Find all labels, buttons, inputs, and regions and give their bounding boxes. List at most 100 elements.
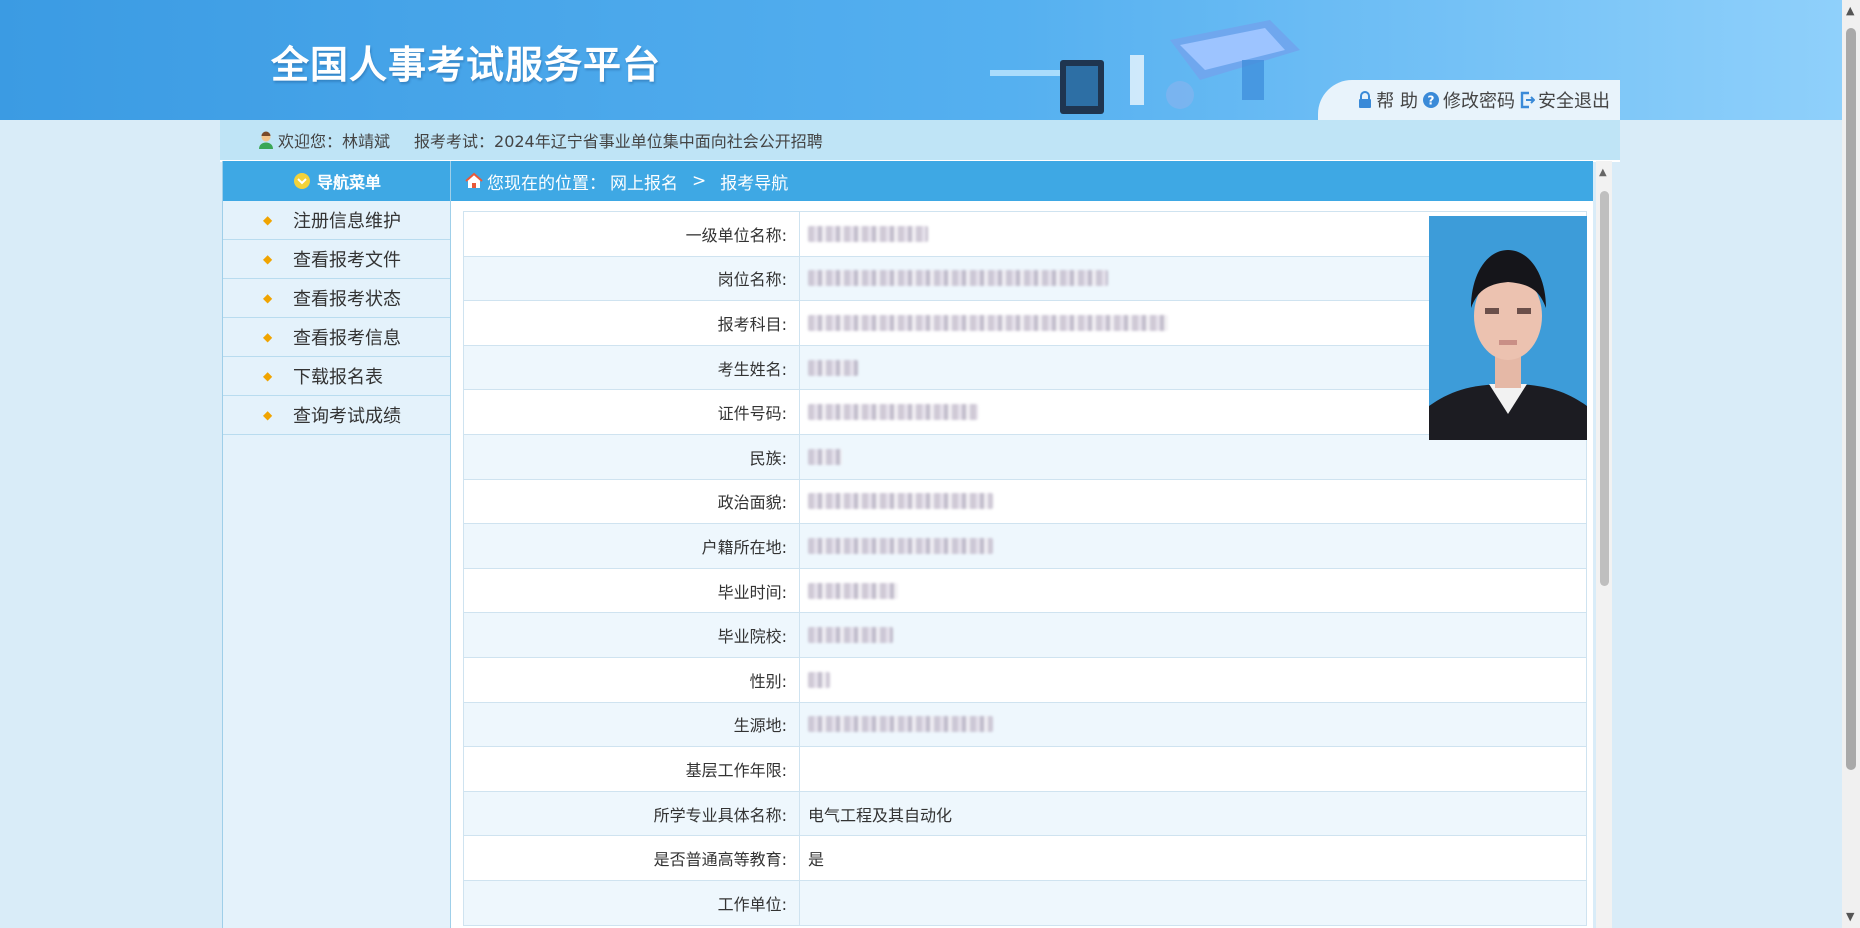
row-label: 民族: bbox=[464, 434, 800, 479]
redacted-value bbox=[808, 404, 978, 421]
logout-label: 安全退出 bbox=[1538, 91, 1610, 112]
table-row: 考生姓名: bbox=[463, 345, 1587, 391]
table-row: 基层工作年限: bbox=[463, 747, 1587, 792]
row-value bbox=[800, 658, 1586, 702]
row-value bbox=[800, 524, 1586, 568]
registration-info-table: 一级单位名称: 岗位名称: 报考科目: 考生姓名: 证件号码: 民族: 政治面貌… bbox=[463, 211, 1587, 928]
table-row: 性别: bbox=[463, 657, 1587, 703]
row-label: 生源地: bbox=[464, 702, 800, 747]
table-row: 毕业时间: bbox=[463, 568, 1587, 614]
row-value bbox=[800, 747, 1586, 791]
scroll-thumb[interactable] bbox=[1600, 191, 1609, 586]
table-row: 是否普通高等教育: 是 bbox=[463, 836, 1587, 881]
sidebar-item-label: 下载报名表 bbox=[293, 367, 383, 388]
breadcrumb-prefix: 您现在的位置： bbox=[487, 173, 606, 194]
sidebar-item-label: 查看报考信息 bbox=[293, 328, 401, 349]
redacted-value bbox=[808, 582, 898, 599]
row-label: 政治面貌: bbox=[464, 479, 800, 524]
sidebar-item-label: 查看报考文件 bbox=[293, 250, 401, 271]
table-row: 岗位名称: bbox=[463, 256, 1587, 302]
redacted-value bbox=[808, 671, 830, 688]
window-scroll-down-icon[interactable]: ▼ bbox=[1846, 910, 1854, 923]
bullet-icon: ◆ bbox=[263, 369, 273, 383]
change-password-label: 修改密码 bbox=[1443, 91, 1515, 112]
help-label: 帮 助 bbox=[1376, 91, 1418, 112]
bullet-icon: ◆ bbox=[263, 330, 273, 344]
user-info: 欢迎您：林靖斌 bbox=[258, 128, 390, 152]
row-value bbox=[800, 480, 1586, 524]
redacted-value bbox=[808, 448, 842, 465]
table-row: 所学专业具体名称: 电气工程及其自动化 bbox=[463, 791, 1587, 837]
row-label: 考生姓名: bbox=[464, 345, 800, 390]
sidebar-item-download-form[interactable]: ◆ 下载报名表 bbox=[223, 357, 451, 396]
change-password-link[interactable]: ? 修改密码 bbox=[1422, 87, 1515, 113]
chevron-down-icon bbox=[293, 173, 310, 189]
table-row: 政治面貌: bbox=[463, 479, 1587, 525]
question-icon: ? bbox=[1423, 92, 1439, 108]
redacted-value bbox=[808, 314, 1168, 331]
pixelated-portrait bbox=[1429, 216, 1587, 440]
row-value: 电气工程及其自动化 bbox=[808, 805, 953, 825]
sidebar-item-label: 查看报考状态 bbox=[293, 289, 401, 310]
user-avatar-icon bbox=[259, 131, 273, 149]
scroll-up-arrow-icon[interactable]: ▲ bbox=[1599, 167, 1607, 178]
row-label: 毕业院校: bbox=[464, 613, 800, 657]
lock-icon bbox=[1359, 91, 1372, 108]
window-scroll-thumb[interactable] bbox=[1846, 28, 1856, 770]
row-value bbox=[800, 613, 1586, 657]
table-row: 生源地: bbox=[463, 702, 1587, 748]
content-scrollbar[interactable]: ▲ bbox=[1596, 161, 1612, 928]
redacted-value bbox=[808, 716, 993, 733]
home-icon bbox=[465, 172, 483, 188]
applicant-photo bbox=[1429, 216, 1587, 440]
header-banner: 全国人事考试服务平台 帮 助 ? 修改密码 安全退出 bbox=[0, 0, 1842, 120]
site-title: 全国人事考试服务平台 bbox=[271, 43, 662, 87]
row-label: 报考科目: bbox=[464, 301, 800, 345]
redacted-value bbox=[808, 627, 893, 644]
window-scroll-up-icon[interactable]: ▲ bbox=[1846, 4, 1854, 17]
breadcrumb-level1[interactable]: 网上报名 bbox=[610, 169, 678, 194]
main-panel: 您现在的位置： 网上报名 > 报考导航 一级单位名称: 岗位名称: 报考科目: … bbox=[450, 161, 1593, 928]
row-value: 是 bbox=[808, 850, 825, 870]
table-row: 证件号码: bbox=[463, 390, 1587, 435]
svg-text:?: ? bbox=[1428, 94, 1435, 108]
breadcrumb-separator: > bbox=[692, 171, 707, 191]
breadcrumb-level2: 报考导航 bbox=[720, 173, 789, 194]
row-value bbox=[800, 881, 1586, 925]
window-scrollbar[interactable]: ▲ ▼ bbox=[1842, 0, 1860, 928]
row-value bbox=[800, 435, 1586, 479]
row-label: 毕业时间: bbox=[464, 568, 800, 613]
row-label: 户籍所在地: bbox=[464, 524, 800, 568]
sidebar: 导航菜单 ◆ 注册信息维护 ◆ 查看报考文件 ◆ 查看报考状态 ◆ 查看报考信息 ◆ 下载… bbox=[222, 161, 453, 928]
logout-link[interactable]: 安全退出 bbox=[1519, 87, 1610, 113]
row-label: 所学专业具体名称: bbox=[464, 791, 800, 836]
logout-icon bbox=[1520, 91, 1535, 109]
row-label: 一级单位名称: bbox=[464, 212, 800, 256]
sidebar-item-exam-files[interactable]: ◆ 查看报考文件 bbox=[223, 240, 451, 279]
row-label: 是否普通高等教育: bbox=[464, 836, 800, 880]
welcome-greeting: 欢迎您：林靖斌 bbox=[278, 132, 391, 151]
bullet-icon: ◆ bbox=[263, 291, 273, 305]
sidebar-item-exam-status[interactable]: ◆ 查看报考状态 bbox=[223, 279, 451, 318]
bullet-icon: ◆ bbox=[263, 408, 273, 422]
sidebar-item-label: 注册信息维护 bbox=[293, 211, 401, 232]
redacted-value bbox=[808, 270, 1108, 287]
row-label: 证件号码: bbox=[464, 390, 800, 434]
row-label: 岗位名称: bbox=[464, 256, 800, 301]
sidebar-item-label: 查询考试成绩 bbox=[293, 406, 401, 427]
help-link[interactable]: 帮 助 bbox=[1357, 87, 1418, 113]
sidebar-item-exam-scores[interactable]: ◆ 查询考试成绩 bbox=[223, 396, 451, 435]
redacted-value bbox=[808, 493, 993, 510]
table-row: 毕业院校: bbox=[463, 613, 1587, 658]
redacted-value bbox=[808, 225, 928, 242]
row-value bbox=[800, 569, 1586, 613]
row-label: 性别: bbox=[464, 657, 800, 702]
exam-name: 报考考试：2024年辽宁省事业单位集中面向社会公开招聘 bbox=[414, 132, 823, 151]
sidebar-item-exam-info[interactable]: ◆ 查看报考信息 bbox=[223, 318, 451, 357]
sidebar-item-register-info[interactable]: ◆ 注册信息维护 bbox=[223, 201, 451, 240]
redacted-value bbox=[808, 359, 858, 376]
welcome-bar: 欢迎您：林靖斌 报考考试：2024年辽宁省事业单位集中面向社会公开招聘 bbox=[220, 120, 1620, 162]
nav-menu-title: 导航菜单 bbox=[316, 173, 381, 192]
row-label: 工作单位: bbox=[464, 880, 800, 925]
header-links: 帮 助 ? 修改密码 安全退出 bbox=[1318, 80, 1620, 120]
